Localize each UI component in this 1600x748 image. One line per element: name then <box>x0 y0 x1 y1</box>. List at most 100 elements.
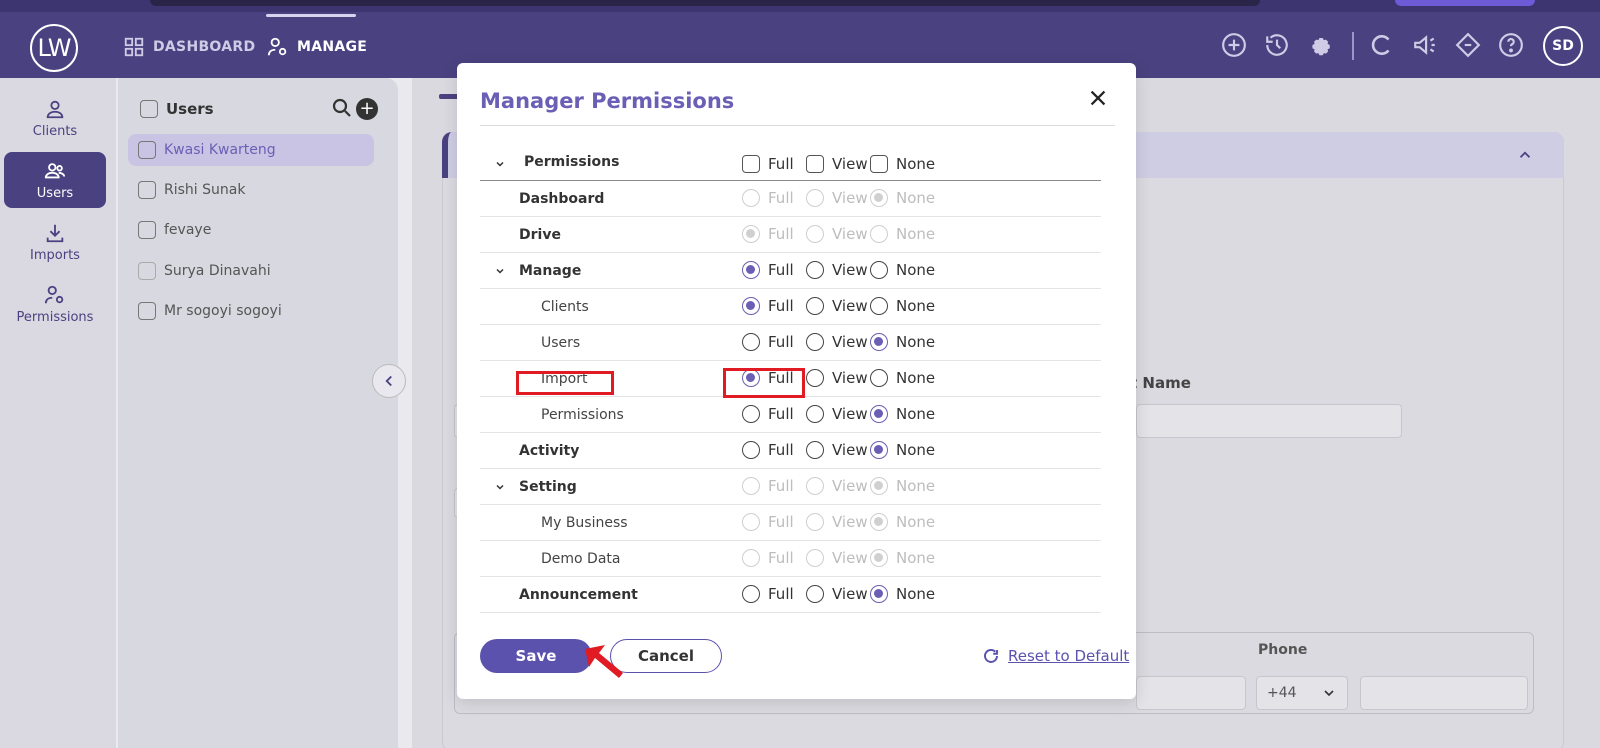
permissions-header-row: Permissions Full View None <box>480 145 1101 181</box>
radio-button[interactable] <box>870 297 888 315</box>
chevron-down-icon[interactable] <box>494 265 506 277</box>
header-option-none[interactable]: None <box>870 155 935 173</box>
radio-option-none[interactable]: None <box>870 405 935 423</box>
reset-to-default-link[interactable]: Reset to Default <box>982 647 1129 665</box>
permission-row: Manage Full View None <box>480 253 1101 289</box>
radio-button[interactable] <box>870 441 888 459</box>
radio-option-view[interactable]: View <box>806 261 868 279</box>
radio-option-none: None <box>870 189 935 207</box>
permission-row: Activity Full View None <box>480 433 1101 469</box>
table-cell-input[interactable] <box>1136 676 1246 710</box>
header-option-view[interactable]: View <box>806 155 868 173</box>
help-icon[interactable] <box>1498 32 1524 58</box>
list-item[interactable]: fevaye <box>128 214 374 246</box>
radio-option-none[interactable]: None <box>870 261 935 279</box>
radio-button[interactable] <box>742 405 760 423</box>
save-button[interactable]: Save <box>480 639 592 673</box>
radio-option-full[interactable]: Full <box>742 333 796 351</box>
sidebar-item-permissions[interactable]: Permissions <box>4 276 106 332</box>
option-label: View <box>832 513 868 531</box>
chevron-down-icon[interactable] <box>494 481 506 493</box>
search-icon[interactable] <box>330 96 354 120</box>
phone-input[interactable] <box>1360 676 1528 710</box>
radio-button[interactable] <box>742 297 760 315</box>
row-checkbox[interactable] <box>138 221 156 239</box>
collapse-panel-button[interactable] <box>372 364 406 398</box>
radio-button[interactable] <box>742 585 760 603</box>
sidebar-item-users[interactable]: Users <box>4 152 106 208</box>
radio-option-full[interactable]: Full <box>742 261 796 279</box>
radio-button[interactable] <box>870 585 888 603</box>
radio-option-view[interactable]: View <box>806 369 868 387</box>
radio-option-view[interactable]: View <box>806 441 868 459</box>
list-item[interactable]: Rishi Sunak <box>128 174 374 206</box>
add-user-button[interactable]: + <box>356 98 378 120</box>
list-item[interactable]: Surya Dinavahi <box>128 255 374 287</box>
permission-label: Clients <box>541 299 589 315</box>
full-checkbox[interactable] <box>742 155 760 173</box>
radio-option-none[interactable]: None <box>870 441 935 459</box>
radio-button[interactable] <box>806 333 824 351</box>
row-checkbox[interactable] <box>138 302 156 320</box>
users-panel-title: Users <box>166 100 214 118</box>
nav-dashboard[interactable]: DASHBOARD <box>123 36 255 58</box>
radio-option-view[interactable]: View <box>806 297 868 315</box>
country-code-select[interactable]: +44 <box>1256 676 1348 710</box>
radio-option-none[interactable]: None <box>870 297 935 315</box>
radio-option-full[interactable]: Full <box>742 297 796 315</box>
radio-button[interactable] <box>806 369 824 387</box>
radio-option-view: View <box>806 225 868 243</box>
radio-button[interactable] <box>806 585 824 603</box>
option-label: View <box>832 369 868 387</box>
radio-button[interactable] <box>742 441 760 459</box>
sidebar-item-imports[interactable]: Imports <box>4 214 106 270</box>
list-item[interactable]: Mr sogoyi sogoyi <box>128 295 374 327</box>
chevron-up-icon[interactable] <box>1516 146 1534 168</box>
radio-button[interactable] <box>870 369 888 387</box>
settings-icon[interactable] <box>1307 32 1333 58</box>
sidebar-item-label: Users <box>36 185 74 201</box>
nav-manage[interactable]: MANAGE <box>267 36 367 58</box>
radio-button[interactable] <box>870 261 888 279</box>
app-logo[interactable]: LW <box>30 24 78 72</box>
select-all-checkbox[interactable] <box>140 100 158 118</box>
megaphone-icon[interactable] <box>1412 32 1438 58</box>
header-option-full[interactable]: Full <box>742 155 796 173</box>
radio-button[interactable] <box>870 333 888 351</box>
row-checkbox[interactable] <box>138 181 156 199</box>
radio-option-full[interactable]: Full <box>742 585 796 603</box>
radio-option-none[interactable]: None <box>870 585 935 603</box>
radio-button[interactable] <box>806 297 824 315</box>
last-name-field[interactable] <box>1136 404 1402 438</box>
radio-button[interactable] <box>742 261 760 279</box>
add-circle-icon[interactable] <box>1221 32 1247 58</box>
close-icon[interactable] <box>1085 85 1111 111</box>
sidebar-item-clients[interactable]: Clients <box>4 90 106 146</box>
row-checkbox[interactable] <box>138 262 156 280</box>
radio-option-view[interactable]: View <box>806 405 868 423</box>
radio-option-full: Full <box>742 549 796 567</box>
view-checkbox[interactable] <box>806 155 824 173</box>
radio-button[interactable] <box>870 405 888 423</box>
radio-button[interactable] <box>806 261 824 279</box>
radio-option-full[interactable]: Full <box>742 441 796 459</box>
radio-button[interactable] <box>806 441 824 459</box>
top-action-pill[interactable] <box>1395 0 1535 6</box>
radio-button[interactable] <box>806 405 824 423</box>
radio-option-none[interactable]: None <box>870 333 935 351</box>
radio-button[interactable] <box>742 333 760 351</box>
radio-option-view[interactable]: View <box>806 585 868 603</box>
option-label: None <box>896 369 936 387</box>
radio-option-view[interactable]: View <box>806 333 868 351</box>
radio-option-full[interactable]: Full <box>742 405 796 423</box>
radio-option-none[interactable]: None <box>870 369 936 387</box>
user-name: Rishi Sunak <box>164 182 246 198</box>
c-logo-icon[interactable] <box>1369 32 1395 58</box>
chevron-down-icon[interactable] <box>494 158 506 170</box>
history-icon[interactable] <box>1264 32 1290 58</box>
row-checkbox[interactable] <box>138 141 156 159</box>
diamond-icon[interactable] <box>1455 32 1481 58</box>
user-avatar[interactable]: SD <box>1543 26 1583 66</box>
none-checkbox[interactable] <box>870 155 888 173</box>
list-item[interactable]: Kwasi Kwarteng <box>128 134 374 166</box>
